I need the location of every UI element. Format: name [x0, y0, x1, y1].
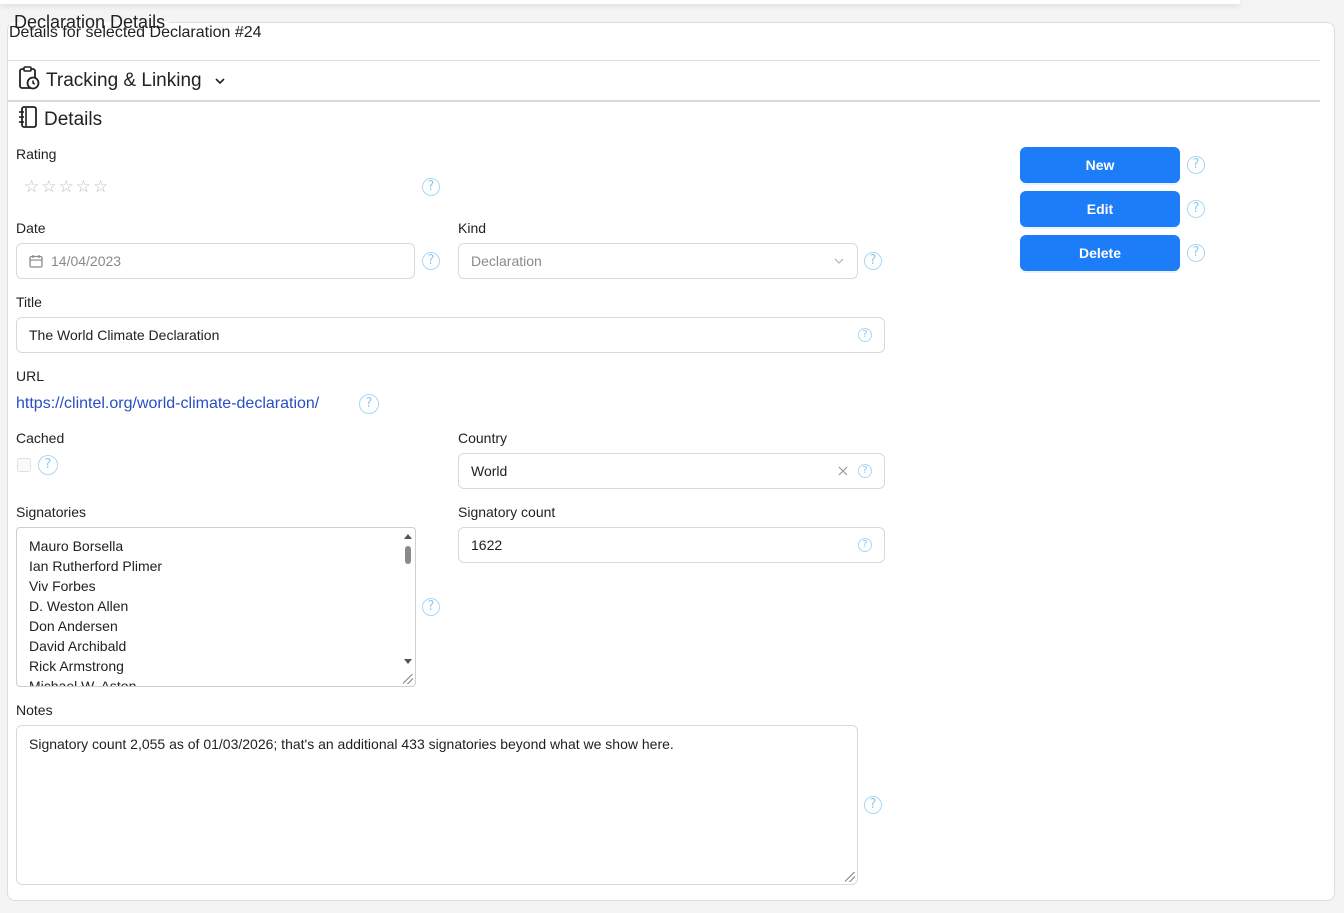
details-section-label: Details	[44, 109, 103, 130]
star-icon[interactable]: ☆	[59, 177, 74, 197]
clipboard-clock-icon	[18, 66, 40, 96]
signatories-help-icon[interactable]: ?	[422, 598, 440, 616]
list-item[interactable]: Rick Armstrong	[17, 656, 415, 676]
country-select[interactable]: World ?	[458, 453, 885, 489]
url-help-icon[interactable]: ?	[359, 394, 379, 414]
notebook-icon	[18, 105, 38, 135]
date-value: 14/04/2023	[51, 253, 122, 269]
tracking-section-label: Tracking & Linking	[46, 70, 202, 91]
url-label: URL	[16, 368, 45, 384]
country-label: Country	[458, 430, 508, 446]
country-value: World	[471, 463, 508, 479]
title-input[interactable]: The World Climate Declaration ?	[16, 317, 885, 353]
scrollbar[interactable]	[403, 532, 413, 668]
signatory-count-help-icon[interactable]: ?	[858, 538, 872, 552]
star-icon[interactable]: ☆	[76, 177, 91, 197]
cached-checkbox[interactable]	[17, 458, 31, 472]
resize-handle[interactable]	[403, 674, 413, 684]
resize-handle[interactable]	[845, 872, 855, 882]
list-item[interactable]: Ian Rutherford Plimer	[17, 556, 415, 576]
divider	[8, 60, 1320, 61]
details-section-header: Details	[18, 105, 102, 135]
rating-help-icon[interactable]: ?	[422, 178, 440, 196]
kind-help-icon[interactable]: ?	[864, 252, 882, 270]
signatory-count-label: Signatory count	[458, 504, 556, 520]
list-item[interactable]: Viv Forbes	[17, 576, 415, 596]
notes-help-icon[interactable]: ?	[864, 796, 882, 814]
panel-subtitle: Details for selected Declaration #24	[9, 24, 262, 41]
tracking-section-header[interactable]: Tracking & Linking	[18, 66, 226, 96]
delete-button[interactable]: Delete	[1020, 235, 1180, 271]
new-help-icon[interactable]: ?	[1187, 156, 1205, 174]
list-item[interactable]: Mauro Borsella	[17, 536, 415, 556]
list-item[interactable]: Don Andersen	[17, 616, 415, 636]
calendar-icon	[29, 254, 43, 268]
list-item[interactable]: D. Weston Allen	[17, 596, 415, 616]
notes-textarea[interactable]: Signatory count 2,055 as of 01/03/2026; …	[16, 725, 858, 885]
list-item[interactable]: David Archibald	[17, 636, 415, 656]
title-value: The World Climate Declaration	[29, 327, 220, 343]
chevron-down-icon	[833, 257, 845, 265]
star-icon[interactable]: ☆	[24, 177, 39, 197]
kind-select[interactable]: Declaration	[458, 243, 858, 279]
close-icon[interactable]	[838, 466, 848, 476]
signatories-list[interactable]: Mauro Borsella Ian Rutherford Plimer Viv…	[16, 527, 416, 687]
country-help-icon[interactable]: ?	[858, 464, 872, 478]
signatory-count-input[interactable]: 1622 ?	[458, 527, 885, 563]
signatories-label: Signatories	[16, 504, 87, 520]
top-toolbar-shadow	[0, 0, 1240, 4]
rating-stars[interactable]: ☆ ☆ ☆ ☆ ☆	[24, 177, 108, 197]
delete-help-icon[interactable]: ?	[1187, 244, 1205, 262]
section-divider	[8, 100, 1320, 102]
title-help-icon[interactable]: ?	[858, 328, 872, 342]
star-icon[interactable]: ☆	[41, 177, 56, 197]
edit-help-icon[interactable]: ?	[1187, 200, 1205, 218]
notes-value: Signatory count 2,055 as of 01/03/2026; …	[29, 736, 674, 752]
notes-label: Notes	[16, 702, 53, 718]
date-input[interactable]: 14/04/2023	[16, 243, 415, 279]
cached-help-icon[interactable]: ?	[38, 455, 58, 475]
list-item[interactable]: Michael W. Aston	[17, 676, 415, 686]
new-button[interactable]: New	[1020, 147, 1180, 183]
chevron-down-icon	[214, 70, 226, 92]
signatory-count-value: 1622	[471, 537, 503, 553]
date-help-icon[interactable]: ?	[422, 252, 440, 270]
star-icon[interactable]: ☆	[93, 177, 108, 197]
title-label: Title	[16, 294, 42, 310]
date-label: Date	[16, 220, 46, 236]
edit-button[interactable]: Edit	[1020, 191, 1180, 227]
rating-label: Rating	[16, 146, 57, 162]
kind-value: Declaration	[471, 253, 542, 269]
cached-label: Cached	[16, 430, 65, 446]
kind-label: Kind	[458, 220, 487, 236]
url-link[interactable]: https://clintel.org/world-climate-declar…	[16, 395, 319, 413]
